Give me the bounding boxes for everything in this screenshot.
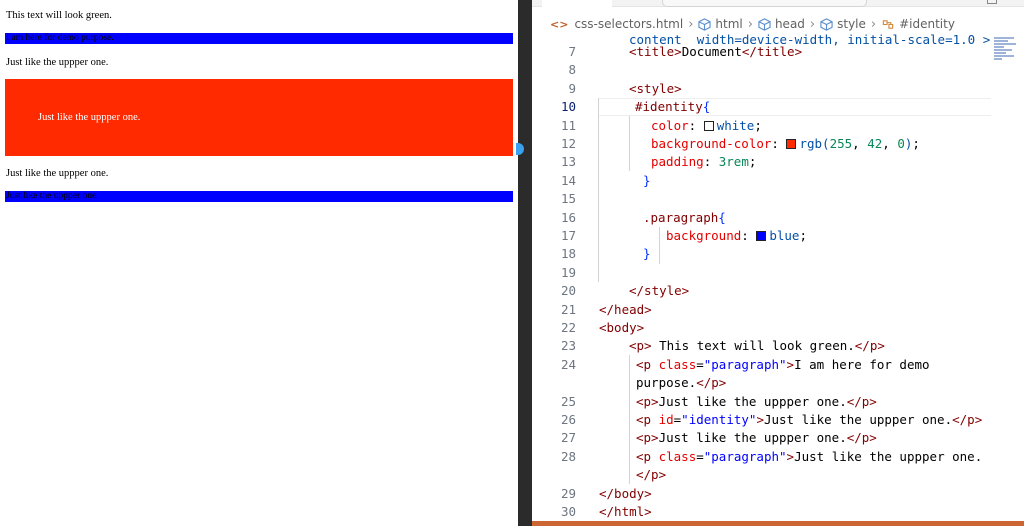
indent-guide <box>629 355 630 484</box>
line-number: 17 <box>560 228 576 243</box>
line-number: 14 <box>560 172 576 188</box>
cube-icon <box>820 17 833 31</box>
code-line-7: <title>Document</title> <box>629 44 803 59</box>
tab-welcome[interactable] <box>542 0 612 7</box>
code-line-26: <p id="identity">Just like the uppper on… <box>636 412 983 427</box>
line-number: 25 <box>560 393 576 409</box>
line-number: 19 <box>560 264 576 280</box>
cube-icon <box>698 17 712 31</box>
preview-paragraph-text-1: I am here for demo purpose. <box>6 33 114 43</box>
code-editor[interactable]: <> css-selectors.html › html › head › st… <box>532 0 1024 526</box>
chevron-right-icon: › <box>870 16 877 32</box>
status-bar <box>532 521 1024 526</box>
code-line-25: <p>Just like the uppper one.</p> <box>636 393 877 409</box>
code-line-24-wrap: purpose.</p> <box>636 375 727 391</box>
code-line-22: <body> <box>599 320 645 335</box>
line-number: 13 <box>560 154 576 170</box>
code-line-30: </html> <box>599 504 652 519</box>
code-line-16: .paragraph{ <box>643 209 726 225</box>
line-number: 7 <box>568 44 576 59</box>
chevron-right-icon: › <box>809 16 816 32</box>
breadcrumb-html[interactable]: html <box>698 17 743 31</box>
code-line-21: </head> <box>599 301 652 317</box>
color-swatch-white[interactable] <box>703 120 714 131</box>
line-number: 8 <box>568 62 576 78</box>
line-number: 16 <box>560 209 576 225</box>
preview-paragraph-blue-1: I am here for demo purpose. <box>5 33 513 44</box>
code-line-28: <p class="paragraph">Just like the upppe… <box>636 448 983 464</box>
line-number: 9 <box>568 80 576 96</box>
code-line-10: #identity{ <box>635 99 711 115</box>
browser-preview: This text will look green. I am here for… <box>0 0 518 526</box>
cube-icon <box>758 17 771 31</box>
code-line-17: background: blue; <box>666 228 807 243</box>
line-number: 12 <box>560 136 576 151</box>
code-line-29: </body> <box>599 485 652 501</box>
code-line-23: <p> This text will look green.</p> <box>629 338 885 354</box>
code-line-18: } <box>643 246 651 262</box>
line-number: 21 <box>560 301 576 317</box>
line-number: 29 <box>560 485 576 501</box>
chevron-right-icon: › <box>747 16 753 32</box>
window-control-icon[interactable] <box>987 0 997 4</box>
line-number: 26 <box>560 412 576 427</box>
tab-bar <box>532 0 1024 7</box>
window-divider[interactable] <box>516 0 532 526</box>
line-number: 30 <box>560 504 576 519</box>
line-number: 23 <box>560 338 576 354</box>
command-center[interactable] <box>662 0 867 7</box>
breadcrumb-identity[interactable]: #identity <box>881 17 955 31</box>
line-number: 28 <box>560 448 576 464</box>
preview-text-plain-1: Just like the uppper one. <box>6 57 109 68</box>
color-swatch-red[interactable] <box>786 139 797 149</box>
breadcrumb-file[interactable]: <> css-selectors.html <box>550 17 683 31</box>
preview-text-plain-2: Just like the uppper one. <box>6 168 109 179</box>
chevron-right-icon: › <box>688 16 694 32</box>
preview-paragraph-text-2: Just like the uppper one. <box>6 191 99 201</box>
preview-identity-text: Just like the uppper one. <box>38 112 141 123</box>
code-line-20: </style> <box>629 283 690 299</box>
sash-handle[interactable] <box>516 143 524 155</box>
code-line-11: color: white; <box>651 117 762 133</box>
selector-icon <box>882 19 894 29</box>
code-line-9: <style> <box>629 80 682 96</box>
code-area[interactable]: content width=device-width, initial-scal… <box>532 32 1024 526</box>
line-number-active: 10 <box>560 99 576 115</box>
code-line-28-wrap: </p> <box>636 467 667 483</box>
preview-paragraph-blue-2: Just like the uppper one. <box>5 191 513 202</box>
indent-guide <box>629 116 630 171</box>
color-swatch-blue[interactable] <box>756 231 767 241</box>
html-file-icon: <> <box>550 17 569 31</box>
line-number: 22 <box>560 320 576 335</box>
indent-guide <box>659 227 660 264</box>
line-number: 15 <box>560 191 576 207</box>
code-line-13: padding: 3rem; <box>651 154 757 170</box>
code-line-14: } <box>643 172 651 188</box>
breadcrumb-style[interactable]: style <box>820 17 866 31</box>
line-number: 27 <box>560 430 576 446</box>
line-number: 20 <box>560 283 576 299</box>
line-number: 24 <box>560 356 576 372</box>
breadcrumb-head[interactable]: head <box>758 17 805 31</box>
code-line-12: background-color: rgb(255, 42, 0); <box>651 136 920 151</box>
line-number: 11 <box>560 117 576 133</box>
preview-text-green: This text will look green. <box>6 10 112 21</box>
indent-guide <box>598 98 599 282</box>
code-line-27: <p>Just like the uppper one.</p> <box>636 430 877 446</box>
line-number: 18 <box>560 246 576 262</box>
code-line-24: <p class="paragraph">I am here for demo <box>636 356 930 372</box>
preview-identity-box: Just like the uppper one. <box>5 79 513 156</box>
